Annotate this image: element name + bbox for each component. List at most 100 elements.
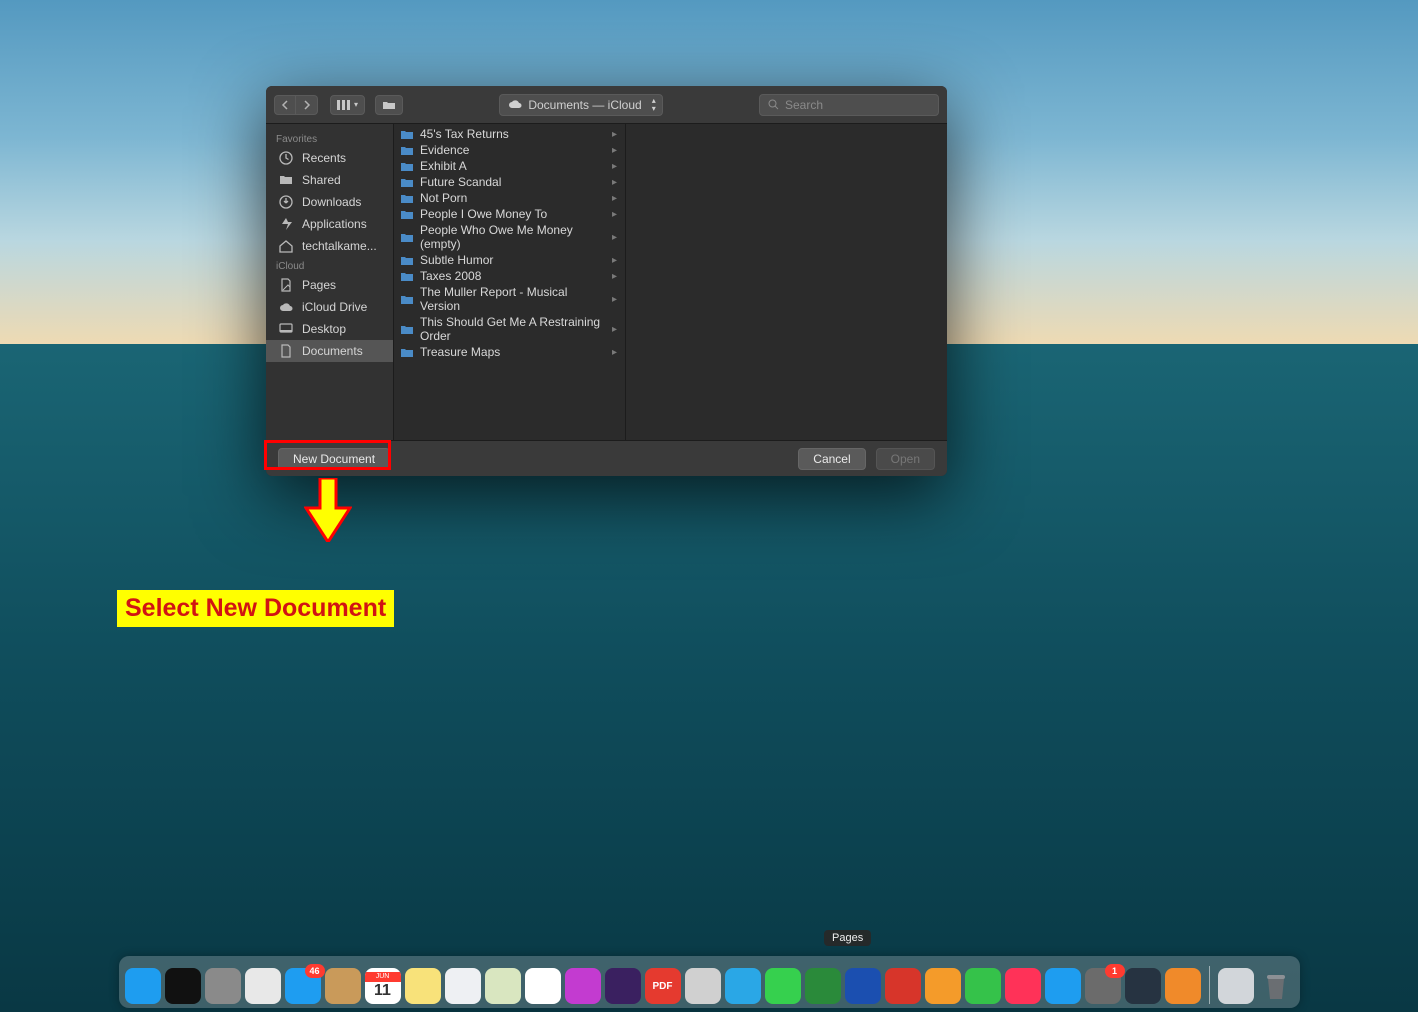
- forward-button[interactable]: [296, 95, 318, 115]
- dock-app-quicktime[interactable]: [1125, 968, 1161, 1004]
- updown-icon: ▴▾: [652, 97, 656, 113]
- folder-row[interactable]: Taxes 2008▸: [394, 268, 625, 284]
- dock-app-reminders[interactable]: [445, 968, 481, 1004]
- sidebar-item-documents[interactable]: Documents: [266, 340, 393, 362]
- cancel-button[interactable]: Cancel: [798, 448, 865, 470]
- pages-icon: [278, 277, 294, 293]
- folder-row[interactable]: The Muller Report - Musical Version▸: [394, 284, 625, 314]
- chevron-right-icon: ▸: [612, 294, 617, 305]
- dock-app-downloads-stack[interactable]: [1218, 968, 1254, 1004]
- file-column[interactable]: 45's Tax Returns▸Evidence▸Exhibit A▸Futu…: [394, 124, 626, 440]
- dock-app-finder[interactable]: [125, 968, 161, 1004]
- folder-row[interactable]: Treasure Maps▸: [394, 344, 625, 360]
- dock-app-pdf[interactable]: PDF: [645, 968, 681, 1004]
- cloud-icon: [508, 100, 522, 110]
- chevron-right-icon: ▸: [612, 161, 617, 172]
- dock-app-skype[interactable]: [725, 968, 761, 1004]
- dock-app-appstore[interactable]: [1045, 968, 1081, 1004]
- chevron-right-icon: ▸: [612, 177, 617, 188]
- sidebar-header: iCloud: [266, 257, 393, 274]
- dock-app-1password[interactable]: [885, 968, 921, 1004]
- sidebar-item-icloud-drive[interactable]: iCloud Drive: [266, 296, 393, 318]
- chevron-right-icon: ▸: [612, 193, 617, 204]
- apps-icon: [278, 216, 294, 232]
- dock-app-notes[interactable]: [405, 968, 441, 1004]
- group-button[interactable]: [375, 95, 403, 115]
- folder-row[interactable]: Future Scandal▸: [394, 174, 625, 190]
- folder-row[interactable]: This Should Get Me A Restraining Order▸: [394, 314, 625, 344]
- folder-row[interactable]: Not Porn▸: [394, 190, 625, 206]
- folder-icon: [382, 100, 396, 110]
- dialog-footer: New Document Cancel Open: [266, 440, 947, 476]
- dock-app-tools[interactable]: [1085, 968, 1121, 1004]
- desktop-icon: [278, 321, 294, 337]
- dock-app-trash[interactable]: [1258, 968, 1294, 1004]
- folder-icon: [400, 232, 414, 243]
- dock-app-numbers[interactable]: [965, 968, 1001, 1004]
- dock-app-maps[interactable]: [485, 968, 521, 1004]
- view-mode-button[interactable]: ▾: [330, 95, 365, 115]
- clock-icon: [278, 150, 294, 166]
- open-button[interactable]: Open: [876, 448, 935, 470]
- folder-name: Treasure Maps: [420, 345, 500, 359]
- nav-back-forward: [274, 95, 318, 115]
- folder-row[interactable]: People I Owe Money To▸: [394, 206, 625, 222]
- folder-icon: [278, 172, 294, 188]
- dock-app-gauge[interactable]: [805, 968, 841, 1004]
- sidebar-item-label: Documents: [302, 344, 363, 358]
- folder-icon: [400, 193, 414, 204]
- dock-app-messages2[interactable]: [565, 968, 601, 1004]
- dock-app-clapper[interactable]: [685, 968, 721, 1004]
- sidebar-item-shared[interactable]: Shared: [266, 169, 393, 191]
- folder-row[interactable]: 45's Tax Returns▸: [394, 126, 625, 142]
- back-button[interactable]: [274, 95, 296, 115]
- sidebar-item-label: Applications: [302, 217, 367, 231]
- trash-icon: [1263, 971, 1289, 1001]
- sidebar-item-pages[interactable]: Pages: [266, 274, 393, 296]
- folder-row[interactable]: People Who Owe Me Money (empty) ▸: [394, 222, 625, 252]
- dock-app-mail[interactable]: [285, 968, 321, 1004]
- sidebar-header: Favorites: [266, 130, 393, 147]
- dock-app-malwarebytes[interactable]: [845, 968, 881, 1004]
- dock-app-contacts[interactable]: [325, 968, 361, 1004]
- folder-icon: [400, 177, 414, 188]
- folder-row[interactable]: Exhibit A▸: [394, 158, 625, 174]
- document-icon: [278, 343, 294, 359]
- chevron-right-icon: ▸: [612, 324, 617, 335]
- sidebar-item-label: Desktop: [302, 322, 346, 336]
- sidebar-item-label: Pages: [302, 278, 336, 292]
- chevron-right-icon: ▸: [612, 255, 617, 266]
- dock-tooltip: Pages: [824, 930, 871, 946]
- dock-app-photos[interactable]: [525, 968, 561, 1004]
- sidebar-item-techtalkame-[interactable]: techtalkame...: [266, 235, 393, 257]
- dock-app-chrome[interactable]: [245, 968, 281, 1004]
- sidebar-item-desktop[interactable]: Desktop: [266, 318, 393, 340]
- location-dropdown[interactable]: Documents — iCloud ▴▾: [499, 94, 662, 116]
- sidebar-item-applications[interactable]: Applications: [266, 213, 393, 235]
- new-document-button[interactable]: New Document: [278, 448, 390, 470]
- folder-name: Subtle Humor: [420, 253, 493, 267]
- sidebar: FavoritesRecents Shared Downloads Applicati…: [266, 124, 394, 440]
- dock-app-imovie[interactable]: [605, 968, 641, 1004]
- dock-app-pages[interactable]: [925, 968, 961, 1004]
- folder-row[interactable]: Evidence▸: [394, 142, 625, 158]
- dock-app-siri[interactable]: [165, 968, 201, 1004]
- dock-app-calendar[interactable]: JUN11: [365, 968, 401, 1004]
- sidebar-item-label: Shared: [302, 173, 341, 187]
- dock-app-launchpad[interactable]: [205, 968, 241, 1004]
- sidebar-item-recents[interactable]: Recents: [266, 147, 393, 169]
- search-field[interactable]: Search: [759, 94, 939, 116]
- folder-name: People Who Owe Me Money (empty): [420, 223, 606, 251]
- chevron-right-icon: ▸: [612, 232, 617, 243]
- sidebar-item-label: techtalkame...: [302, 239, 377, 253]
- home-icon: [278, 238, 294, 254]
- folder-row[interactable]: Subtle Humor ▸: [394, 252, 625, 268]
- dock-app-news[interactable]: [1005, 968, 1041, 1004]
- chevron-right-icon: [303, 100, 311, 110]
- dock-app-messages[interactable]: [765, 968, 801, 1004]
- dock-app-vlc[interactable]: [1165, 968, 1201, 1004]
- sidebar-item-downloads[interactable]: Downloads: [266, 191, 393, 213]
- location-label: Documents — iCloud: [528, 98, 641, 112]
- folder-icon: [400, 347, 414, 358]
- folder-name: Taxes 2008: [420, 269, 481, 283]
